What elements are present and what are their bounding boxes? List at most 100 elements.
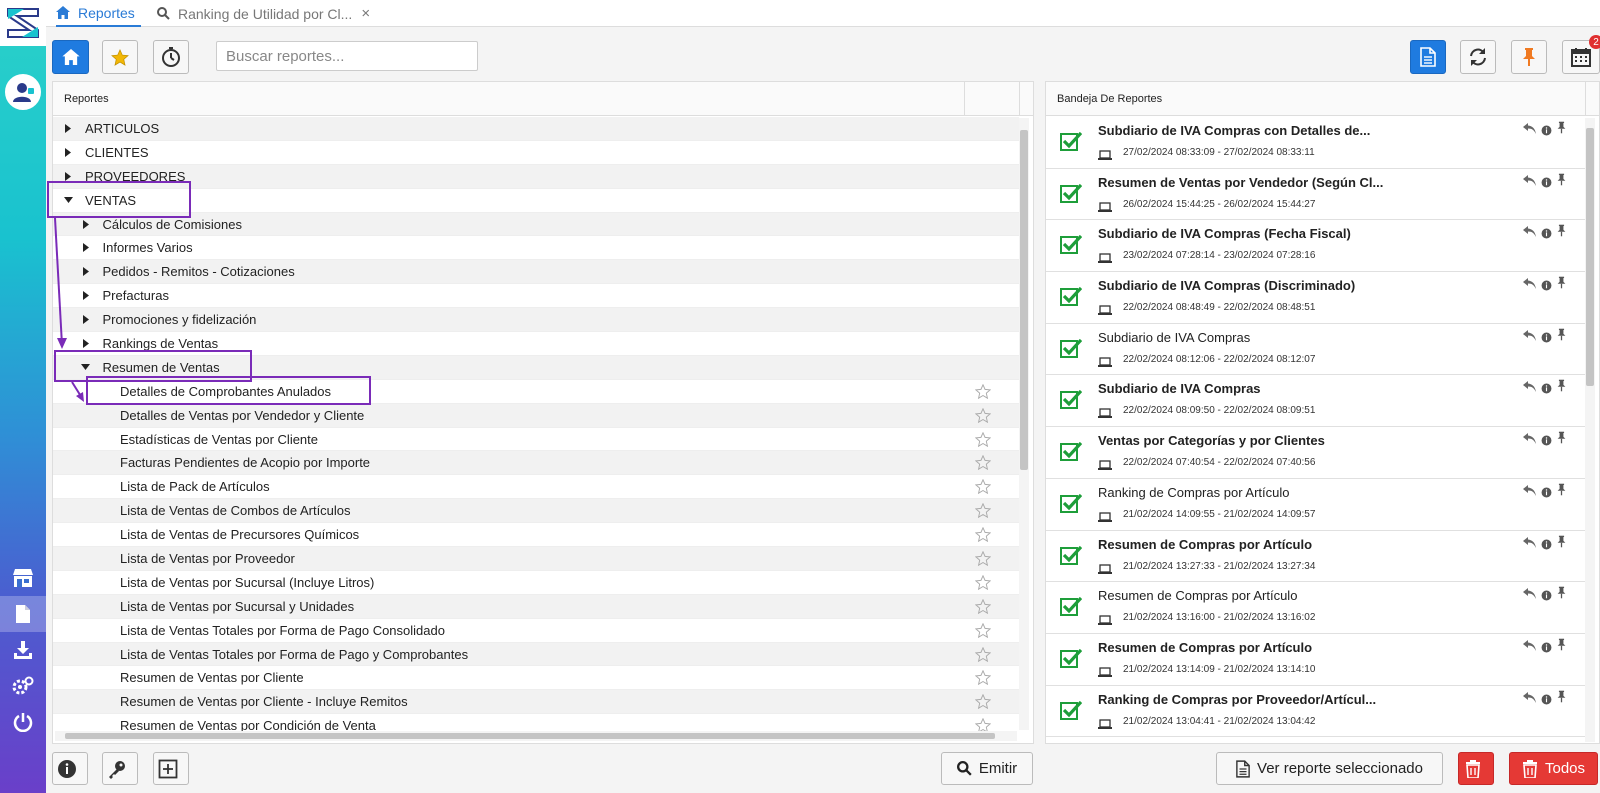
tab-close-icon[interactable]: × [361, 5, 370, 22]
tree-row[interactable]: Resumen de Ventas por Condición de Venta [53, 714, 1019, 732]
favorite-star-icon[interactable] [974, 526, 992, 545]
favorite-star-icon[interactable] [974, 431, 992, 450]
inbox-item[interactable]: Ranking de Compras por Proveedor/Artícul… [1046, 686, 1586, 738]
pin-icon[interactable] [1557, 173, 1566, 193]
reply-icon[interactable] [1523, 224, 1536, 244]
rail-power-button[interactable] [0, 704, 46, 740]
caret-right-icon[interactable] [81, 267, 91, 277]
info-icon[interactable] [1541, 278, 1552, 296]
favorite-star-icon[interactable] [974, 646, 992, 665]
info-icon[interactable] [1541, 692, 1552, 710]
report-view-button[interactable] [1410, 40, 1446, 74]
rail-download-button[interactable] [0, 632, 46, 668]
refresh-button[interactable] [1460, 40, 1496, 74]
info-icon[interactable] [1541, 123, 1552, 141]
caret-right-icon[interactable] [81, 315, 91, 325]
tree-row[interactable]: Lista de Ventas por Sucursal y Unidades [53, 594, 1019, 619]
caret-right-icon[interactable] [81, 291, 91, 301]
tree-row[interactable]: PROVEEDORES [53, 164, 1019, 189]
inbox-item[interactable]: Resumen de Ventas por Vendedor (Según Cl… [1046, 169, 1586, 221]
inbox-item[interactable]: Subdiario de IVA Compras con Detalles de… [1046, 117, 1586, 169]
reply-icon[interactable] [1523, 431, 1536, 451]
favorite-star-icon[interactable] [974, 574, 992, 593]
scroll-thumb[interactable] [65, 733, 995, 739]
favorite-star-icon[interactable] [974, 694, 992, 712]
tree-row[interactable]: Lista de Ventas Totales por Forma de Pag… [53, 642, 1019, 667]
favorite-star-icon[interactable] [974, 502, 992, 521]
info-icon[interactable] [1541, 226, 1552, 244]
home-button[interactable] [52, 40, 89, 74]
favorite-star-icon[interactable] [974, 478, 992, 497]
calendar-button[interactable]: 2 [1562, 35, 1600, 74]
info-button[interactable] [52, 752, 88, 785]
tree-vertical-scrollbar[interactable] [1019, 118, 1029, 730]
favorites-button[interactable] [102, 40, 138, 74]
caret-right-icon[interactable] [63, 123, 73, 133]
reply-icon[interactable] [1523, 690, 1536, 710]
inbox-item[interactable]: Resumen de Compras por Artículo 21/02/202… [1046, 582, 1586, 634]
info-icon[interactable] [1541, 175, 1552, 193]
pin-icon[interactable] [1557, 483, 1566, 503]
pin-icon[interactable] [1557, 121, 1566, 141]
emitir-button[interactable]: Emitir [941, 752, 1033, 785]
inbox-item[interactable]: Resumen de Compras por Artículo 21/02/202… [1046, 634, 1586, 686]
user-avatar[interactable] [5, 74, 41, 110]
inbox-item[interactable]: Subdiario de IVA Compras (Discriminado) 2… [1046, 272, 1586, 324]
tree-row[interactable]: CLIENTES [53, 141, 1019, 165]
pin-icon[interactable] [1557, 276, 1566, 296]
tree-row[interactable]: Promociones y fidelización [53, 308, 1019, 333]
tree-row[interactable]: Lista de Ventas Totales por Forma de Pag… [53, 619, 1019, 643]
tree-row[interactable]: ARTICULOS [53, 117, 1019, 141]
pin-icon[interactable] [1557, 224, 1566, 244]
inbox-item[interactable]: Ventas por Categorías y por Clientes 22/0… [1046, 427, 1586, 479]
tree-row[interactable]: Lista de Ventas por Proveedor [53, 547, 1019, 571]
tree-horizontal-scrollbar[interactable] [55, 731, 1017, 741]
tab-reportes[interactable]: Reportes [56, 0, 141, 27]
tree-row[interactable]: Cálculos de Comisiones [53, 212, 1019, 237]
info-icon[interactable] [1541, 381, 1552, 399]
favorite-star-icon[interactable] [974, 407, 992, 426]
view-selected-report-button[interactable]: Ver reporte seleccionado [1216, 752, 1443, 785]
caret-right-icon[interactable] [63, 147, 73, 157]
inbox-vertical-scrollbar[interactable] [1585, 118, 1595, 742]
info-icon[interactable] [1541, 640, 1552, 658]
favorite-star-icon[interactable] [974, 622, 992, 641]
tree-row[interactable]: Detalles de Ventas por Vendedor y Client… [53, 403, 1019, 428]
pin-button[interactable] [1511, 40, 1547, 74]
favorite-star-icon[interactable] [974, 455, 992, 473]
tab-ranking[interactable]: Ranking de Utilidad por Cl... × [157, 0, 370, 27]
search-input[interactable] [216, 41, 478, 71]
tree-row[interactable]: Informes Varios [53, 236, 1019, 261]
pin-icon[interactable] [1557, 379, 1566, 399]
add-button[interactable] [153, 752, 189, 785]
caret-right-icon[interactable] [81, 219, 91, 229]
info-icon[interactable] [1541, 433, 1552, 451]
favorite-star-icon[interactable] [974, 550, 992, 569]
pin-icon[interactable] [1557, 586, 1566, 606]
favorite-star-icon[interactable] [974, 717, 992, 732]
reply-icon[interactable] [1523, 328, 1536, 348]
tree-row[interactable]: Pedidos - Remitos - Cotizaciones [53, 260, 1019, 285]
favorite-star-icon[interactable] [974, 598, 992, 617]
reply-icon[interactable] [1523, 276, 1536, 296]
delete-all-button[interactable]: Todos [1509, 752, 1598, 785]
favorite-star-icon[interactable] [974, 670, 992, 688]
pin-icon[interactable] [1557, 638, 1566, 658]
tree-row[interactable]: Lista de Ventas por Sucursal (Incluye Li… [53, 571, 1019, 595]
info-icon[interactable] [1541, 485, 1552, 503]
info-icon[interactable] [1541, 588, 1552, 606]
reply-icon[interactable] [1523, 121, 1536, 141]
info-icon[interactable] [1541, 537, 1552, 555]
caret-right-icon[interactable] [63, 171, 73, 181]
tree-row[interactable]: Prefacturas [53, 284, 1019, 309]
history-button[interactable] [153, 40, 189, 74]
tree-row[interactable]: Resumen de Ventas por Cliente - Incluye … [53, 690, 1019, 715]
pin-icon[interactable] [1557, 690, 1566, 710]
rail-reports-button[interactable] [0, 596, 46, 632]
tree-row[interactable]: Estadísticas de Ventas por Cliente [53, 428, 1019, 452]
reply-icon[interactable] [1523, 173, 1536, 193]
reply-icon[interactable] [1523, 535, 1536, 555]
tree-row[interactable]: Resumen de Ventas por Cliente [53, 666, 1019, 691]
delete-button[interactable] [1458, 752, 1494, 785]
favorite-star-icon[interactable] [974, 383, 992, 402]
